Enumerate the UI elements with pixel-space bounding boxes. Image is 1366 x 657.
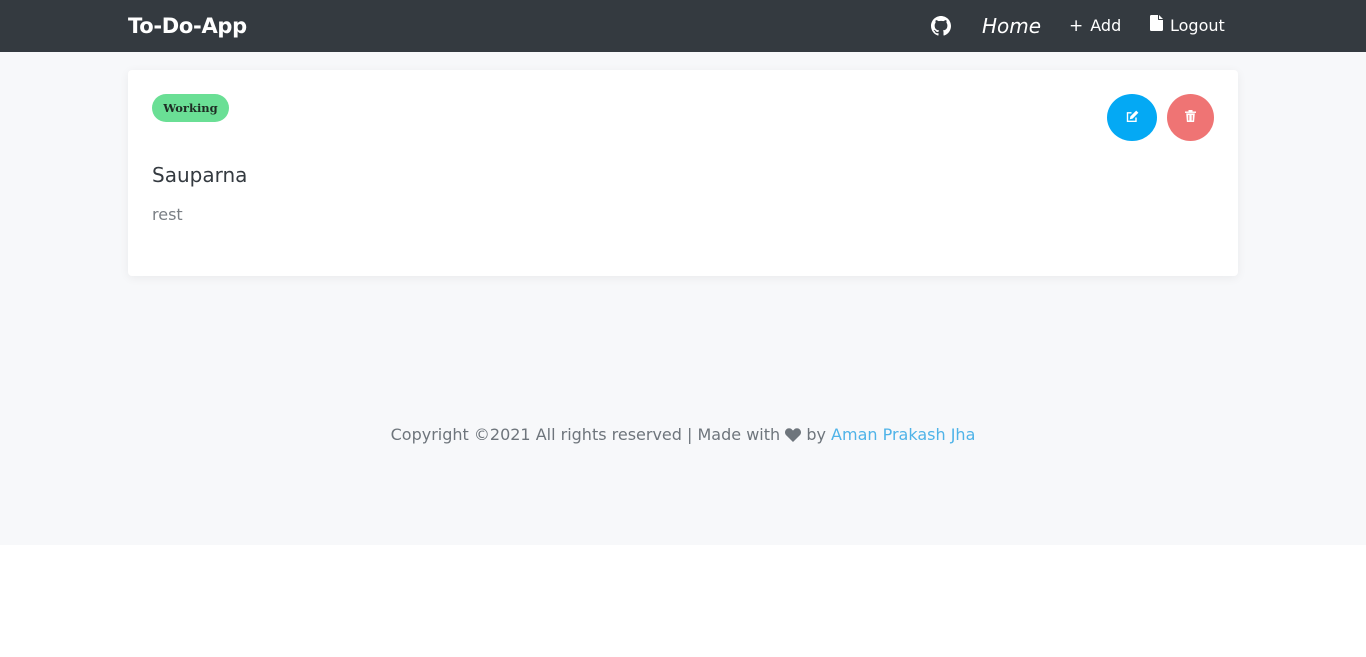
main-content: Working Sauparna rest Copyright ©2021 Al…	[0, 52, 1366, 545]
nav-home-link[interactable]: Home	[982, 13, 1041, 39]
file-icon	[1150, 15, 1163, 37]
brand-logo[interactable]: To-Do-App	[128, 13, 247, 39]
author-link[interactable]: Aman Prakash Jha	[831, 425, 975, 444]
copyright-text: Copyright ©2021 All rights reserved | Ma…	[390, 425, 781, 444]
todo-title: Sauparna	[152, 163, 248, 187]
nav-logout-link[interactable]: Logout	[1150, 15, 1225, 37]
nav-add-label: Add	[1090, 16, 1122, 35]
edit-button[interactable]	[1107, 94, 1157, 141]
nav-add-link[interactable]: + Add	[1069, 15, 1121, 37]
edit-icon	[1126, 110, 1139, 126]
delete-button[interactable]	[1167, 94, 1214, 141]
github-icon[interactable]	[931, 16, 951, 36]
footer-by-text: by	[806, 425, 826, 444]
todo-description: rest	[152, 205, 183, 224]
status-badge: Working	[152, 94, 229, 122]
navbar: To-Do-App Home + Add Logout	[0, 0, 1366, 52]
todo-card: Working Sauparna rest	[128, 70, 1238, 276]
trash-icon	[1185, 110, 1196, 125]
nav-logout-label: Logout	[1170, 16, 1225, 35]
heart-icon	[785, 426, 802, 448]
plus-icon: +	[1069, 16, 1084, 36]
footer: Copyright ©2021 All rights reserved | Ma…	[0, 424, 1366, 448]
